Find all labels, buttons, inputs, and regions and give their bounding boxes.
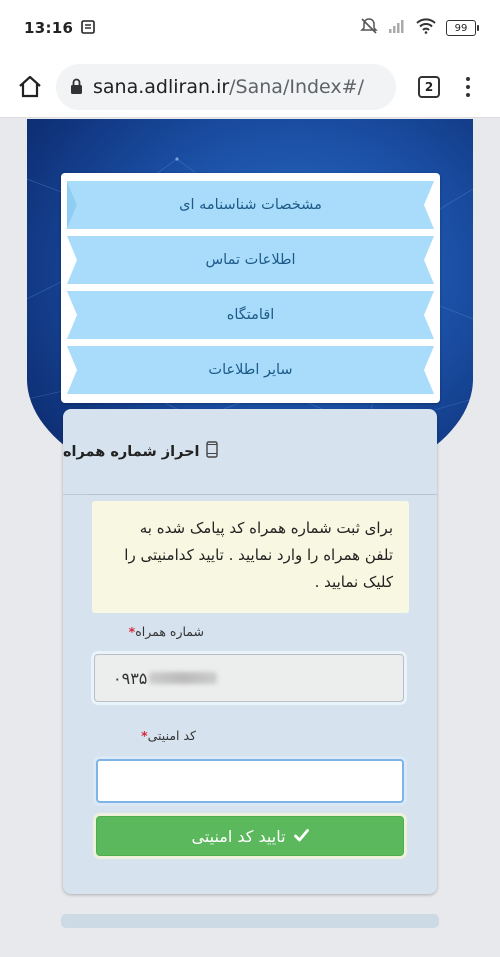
browser-toolbar: sana.adliran.ir/Sana/Index#/ 2 xyxy=(0,56,500,118)
phone-label: شماره همراه xyxy=(135,624,204,639)
phone-label-wrap: شماره همراه* xyxy=(125,624,204,639)
notification-icon xyxy=(81,19,96,38)
accordion-label: سایر اطلاعات xyxy=(208,362,293,378)
redacted-digits xyxy=(149,672,218,684)
accordion-item-birth-certificate[interactable]: مشخصات شناسنامه ای xyxy=(67,181,434,229)
mobile-phone-icon xyxy=(205,441,218,462)
page-content: مشخصات شناسنامه ای اطلاعات تماس اقامتگاه… xyxy=(0,119,500,957)
signal-icon xyxy=(388,18,406,38)
profile-accordion: مشخصات شناسنامه ای اطلاعات تماس اقامتگاه… xyxy=(61,173,440,403)
status-bar: 13:16 99 xyxy=(0,0,500,56)
lock-icon xyxy=(70,78,83,95)
phone-number-field: ۰۹۳۵ xyxy=(94,654,404,702)
accordion-label: اطلاعات تماس xyxy=(205,252,296,268)
accordion-item-other-info[interactable]: سایر اطلاعات xyxy=(67,346,434,394)
clock: 13:16 xyxy=(24,19,74,37)
home-button[interactable] xyxy=(4,74,56,100)
tab-switcher-button[interactable]: 2 xyxy=(418,75,440,98)
wifi-icon xyxy=(416,18,436,38)
battery-icon: 99 xyxy=(446,20,479,36)
code-label: کد امنیتی xyxy=(147,728,196,743)
accordion-item-residence[interactable]: اقامتگاه xyxy=(67,291,434,339)
card-title: احراز شماره همراه xyxy=(63,443,200,460)
verify-code-button[interactable]: تایید کد امنیتی xyxy=(96,816,404,856)
phone-verification-card: احراز شماره همراه برای ثبت شماره همراه ک… xyxy=(63,409,437,894)
url-host: sana.adliran.ir xyxy=(93,75,230,98)
address-bar[interactable]: sana.adliran.ir/Sana/Index#/ xyxy=(56,63,396,110)
url-path: /Sana/Index#/ xyxy=(229,75,364,98)
home-icon xyxy=(19,75,41,97)
mute-icon xyxy=(360,17,378,39)
instruction-notice: برای ثبت شماره همراه کد پیامک شده به تلف… xyxy=(92,501,409,613)
security-code-input[interactable] xyxy=(96,759,404,803)
next-section-bar xyxy=(61,914,439,928)
phone-number-value: ۰۹۳۵ xyxy=(113,668,148,688)
card-header: احراز شماره همراه xyxy=(63,409,437,495)
verify-code-label: تایید کد امنیتی xyxy=(191,826,286,846)
checkmark-icon xyxy=(293,827,309,846)
accordion-label: اقامتگاه xyxy=(226,307,275,323)
header-divider xyxy=(89,494,437,495)
menu-icon[interactable] xyxy=(466,76,470,97)
accordion-label: مشخصات شناسنامه ای xyxy=(179,197,322,213)
code-label-wrap: کد امنیتی* xyxy=(137,728,196,743)
accordion-item-contact-info[interactable]: اطلاعات تماس xyxy=(67,236,434,284)
